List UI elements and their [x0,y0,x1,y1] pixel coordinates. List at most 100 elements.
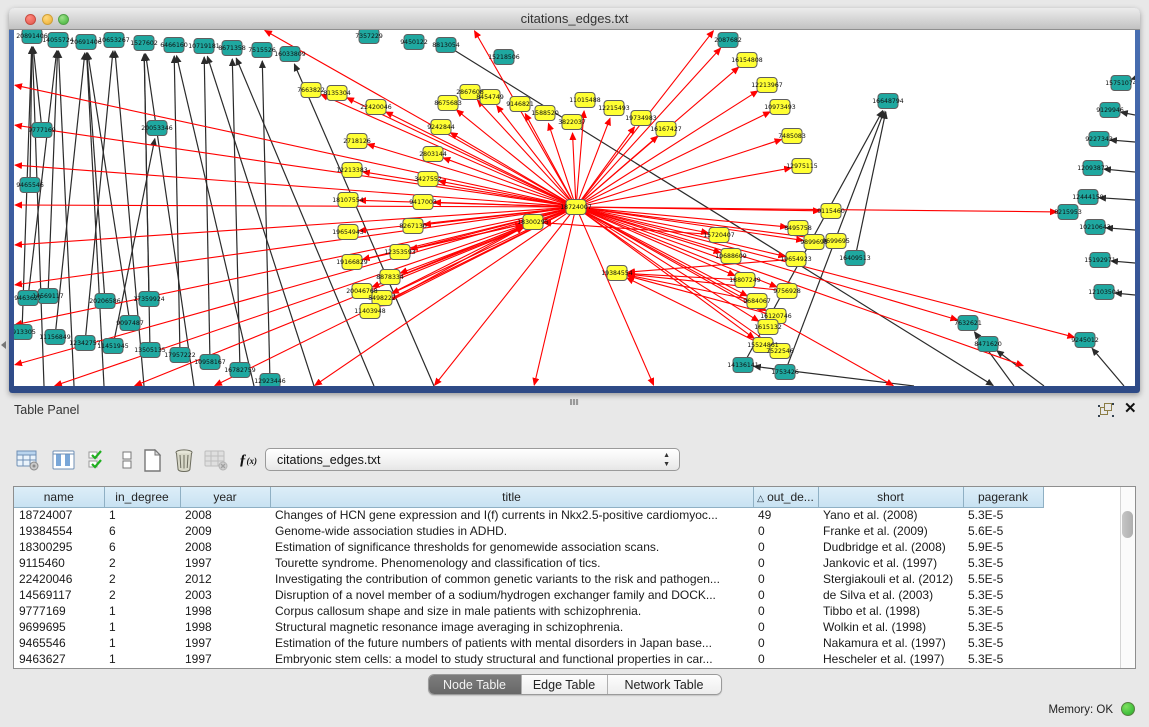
table-scrollbar-track[interactable] [1120,487,1135,668]
graph-node-label: 12215493 [598,105,630,112]
table-cell: Structural magnetic resonance image aver… [270,619,753,635]
graph-node-label: 7515526 [248,47,276,54]
graph-node-label: 1753426 [771,369,799,376]
graph-node-label: 18807249 [729,277,761,284]
graph-node-label: 7632621 [954,320,982,327]
table-cell: Jankovic et al. (1997) [818,555,963,571]
graph-node-label: 9129946 [1096,107,1124,114]
table-row[interactable]: 946554611997Estimation of the future num… [14,635,1043,651]
table-row[interactable]: 1830029562008Estimation of significance … [14,539,1043,555]
table-cell: 2008 [180,539,270,555]
table-row[interactable]: 977716911998Corpus callosum shape and si… [14,603,1043,619]
table-selector-dropdown[interactable]: citations_edges.txt ▲▼ [265,448,680,471]
delete-trash-icon[interactable] [170,446,198,474]
table-cell: 18300295 [14,539,104,555]
graph-node-label: 7357229 [355,33,383,40]
graph-node-label: 16648794 [872,98,904,105]
graph-node-label: 1588520 [531,110,559,117]
graph-node-label: 9417003 [409,199,437,206]
table-row[interactable]: 1456911722003Disruption of a novel membe… [14,587,1043,603]
table-cell: Embryonic stem cells: a model to study s… [270,651,753,667]
table-cell: Yano et al. (2008) [818,507,963,523]
close-panel-icon[interactable]: ✕ [1124,401,1137,417]
column-header-title[interactable]: title [270,487,753,507]
graph-node-label: 12213967 [751,82,783,89]
table-cell: 0 [753,587,818,603]
table-cell: 2 [104,571,180,587]
table-panel-title: Table Panel [14,403,79,417]
graph-node-label: 9227343 [1085,136,1113,143]
table-cell: 0 [753,571,818,587]
window-titlebar[interactable]: citations_edges.txt [9,8,1140,30]
table-panel-header: Table Panel ✕ [0,397,1149,425]
table-columns-icon[interactable] [50,446,78,474]
column-header-year[interactable]: year [180,487,270,507]
table-cell: 2009 [180,523,270,539]
graph-node-label: 17957222 [164,352,196,359]
column-header-short[interactable]: short [818,487,963,507]
graph-node-label: 15192971 [1084,257,1116,264]
graph-node-label: 20206586 [89,298,121,305]
graph-node-label: 11451945 [97,343,129,350]
graph-node-label: 8267130 [399,223,427,230]
table-cell: Tourette syndrome. Phenomenology and cla… [270,555,753,571]
dropdown-arrows-icon: ▲▼ [663,451,670,469]
network-graph-canvas[interactable]: 2089140614055724206914061065326715276026… [14,30,1135,386]
graph-node-label: 16120746 [760,313,792,320]
table-cell: 1997 [180,635,270,651]
column-header-name[interactable]: name [14,487,104,507]
table-row[interactable]: 946362711997Embryonic stem cells: a mode… [14,651,1043,667]
table-cell: Franke et al. (2009) [818,523,963,539]
table-row[interactable]: 969969511998Structural magnetic resonanc… [14,619,1043,635]
graph-node-label: 9097487 [116,320,144,327]
column-header-out_de[interactable]: △out_de... [753,487,818,507]
table-cell: Hescheler et al. (1997) [818,651,963,667]
table-cell: Stergiakouli et al. (2012) [818,571,963,587]
table-row[interactable]: 1872400712008Changes of HCN gene express… [14,507,1043,523]
table-cell: 1997 [180,651,270,667]
table-cell: 2 [104,555,180,571]
table-cell: Nakamura et al. (1997) [818,635,963,651]
window-title: citations_edges.txt [9,11,1140,26]
node-table-grid: namein_degreeyeartitle△out_de...shortpag… [14,487,1044,667]
table-scrollbar-thumb[interactable] [1122,511,1133,538]
graph-node-label: 12444159 [1072,194,1104,201]
memory-status-indicator[interactable] [1121,702,1135,716]
graph-node-label: 10210643 [1079,224,1111,231]
panel-collapse-arrow[interactable] [1,341,6,349]
row-height-icon[interactable] [113,446,141,474]
table-selector-value: citations_edges.txt [277,453,381,467]
table-cell: 0 [753,651,818,667]
graph-node-label: 9699695 [822,238,850,245]
column-header-in_degree[interactable]: in_degree [104,487,180,507]
select-columns-icon[interactable] [84,446,112,474]
graph-node-label: 8671358 [218,45,246,52]
table-cell: 19384554 [14,523,104,539]
table-row[interactable]: 2242004622012Investigating the contribut… [14,571,1043,587]
table-cell: Changes of HCN gene expression and I(f) … [270,507,753,523]
table-cell: 2003 [180,587,270,603]
graph-node-label: 5498222 [368,295,396,302]
float-panel-icon[interactable] [1100,403,1114,417]
table-row[interactable]: 1938455462009Genome-wide association stu… [14,523,1043,539]
graph-node-label: 3822037 [558,119,586,126]
tab-edge-table[interactable]: Edge Table [521,675,607,694]
network-window: citations_edges.txt 20891406140557242069… [9,8,1140,393]
graph-node-label: 7485083 [778,133,806,140]
graph-node-label: 12923446 [254,378,286,385]
new-file-icon[interactable] [138,446,166,474]
table-cell: Corpus callosum shape and size in male p… [270,603,753,619]
graph-node-label: 19654943 [332,229,364,236]
graph-node-label: 2087682 [714,37,742,44]
table-cell: 14569117 [14,587,104,603]
table-row[interactable]: 911546021997Tourette syndrome. Phenomeno… [14,555,1043,571]
graph-node-label: 8135304 [323,90,351,97]
tab-network-table[interactable]: Network Table [607,675,721,694]
graph-node-label: 9242844 [427,124,455,131]
graph-node-label: 11015488 [569,97,601,104]
tab-node-table[interactable]: Node Table [429,675,521,694]
table-settings-icon[interactable] [14,446,42,474]
column-header-pagerank[interactable]: pagerank [963,487,1043,507]
graph-node-label: 8495758 [784,225,812,232]
function-builder-icon[interactable]: ƒ(x) [234,446,262,474]
